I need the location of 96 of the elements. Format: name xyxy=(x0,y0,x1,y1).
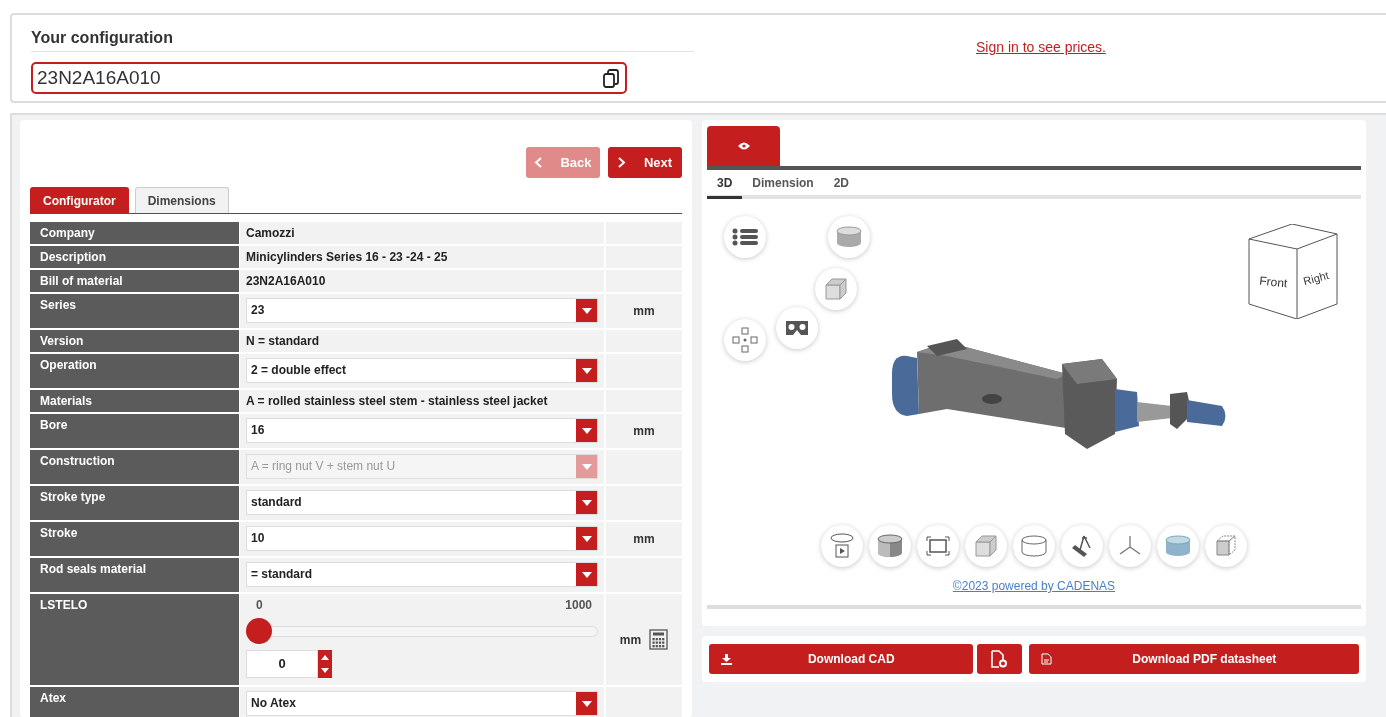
next-button[interactable]: Next xyxy=(608,147,682,178)
row-label: Stroke type xyxy=(30,486,240,520)
dropdown[interactable]: standard xyxy=(246,490,598,515)
dropdown[interactable]: 2 = double effect xyxy=(246,358,598,383)
rotate-button[interactable] xyxy=(821,525,863,567)
section-title: Your configuration xyxy=(31,29,694,52)
vr-headset-icon xyxy=(785,320,809,336)
dropdown[interactable]: 23 xyxy=(246,298,598,323)
row-label: Series xyxy=(30,294,240,328)
credit-link[interactable]: ©2023 powered by CADENAS xyxy=(952,579,1116,593)
table-cell: Camozzi xyxy=(240,222,604,244)
fit-view-button[interactable] xyxy=(917,525,959,567)
table-cell: Minicylinders Series 16 - 23 -24 - 25 xyxy=(240,246,604,268)
section-button[interactable] xyxy=(869,525,911,567)
row-label: Rod seals material xyxy=(30,558,240,592)
shaded-box-button[interactable] xyxy=(965,525,1007,567)
cube-front-label: Front xyxy=(1258,273,1289,291)
vr-headset-button[interactable] xyxy=(776,307,818,349)
chevron-right-icon xyxy=(617,157,626,168)
list-icon xyxy=(732,228,758,246)
tab[interactable]: Dimensions xyxy=(134,187,229,213)
dropdown[interactable]: 16 xyxy=(246,418,598,443)
view-mode-tab[interactable]: Dimension xyxy=(742,170,824,199)
colored-cylinder-icon xyxy=(1165,535,1191,557)
unit-label: mm xyxy=(619,632,642,647)
axes-icon xyxy=(1118,535,1142,557)
transparent-box-button[interactable] xyxy=(1205,525,1247,567)
slider-max-label: 1000 xyxy=(565,598,592,612)
table-cell: A = rolled stainless steel stem - stainless steel jacket xyxy=(240,390,604,412)
dropdown[interactable]: = standard xyxy=(246,562,598,587)
row-label: Bore xyxy=(30,414,240,448)
document-icon xyxy=(1040,653,1052,665)
caret-down-icon xyxy=(581,499,592,506)
caret-down-icon xyxy=(581,367,592,374)
shaded-box-icon xyxy=(975,535,997,557)
view-mode-tab[interactable]: 3D xyxy=(707,170,743,199)
cubes-icon xyxy=(732,327,758,353)
cylinder-icon xyxy=(836,226,862,248)
row-label: LSTELO xyxy=(30,594,240,685)
slider-thumb[interactable] xyxy=(246,618,272,644)
calculator-icon xyxy=(649,629,669,650)
row-label: Construction xyxy=(30,450,240,484)
dropdown[interactable]: No Atex xyxy=(246,691,598,716)
row-label: Atex xyxy=(30,687,240,717)
download-pdf-button[interactable]: Download PDF datasheet xyxy=(1028,644,1359,674)
number-field[interactable]: 0 xyxy=(246,650,318,678)
view-cube[interactable] xyxy=(1248,224,1338,319)
caret-down-icon xyxy=(581,307,592,314)
row-label: Bill of material xyxy=(30,270,240,292)
row-label: Company xyxy=(30,222,240,244)
caret-down-icon xyxy=(581,535,592,542)
row-label: Description xyxy=(30,246,240,268)
dropdown[interactable]: 10 xyxy=(246,526,598,551)
view-mode-tab[interactable]: 2D xyxy=(823,170,860,199)
configuration-code-field[interactable]: 23N2A16A010 xyxy=(31,62,627,94)
unit-label: mm xyxy=(633,532,655,546)
download-cad-button[interactable]: Download CAD xyxy=(709,644,973,674)
sign-in-link[interactable]: Sign in to see prices. xyxy=(976,39,1106,56)
table-cell: N = standard xyxy=(240,330,604,352)
caret-down-icon xyxy=(581,571,592,578)
wireframe-cylinder-icon xyxy=(1021,535,1047,557)
axes-button[interactable] xyxy=(1109,525,1151,567)
caret-down-icon xyxy=(581,700,592,707)
download-icon xyxy=(721,653,732,665)
box-icon xyxy=(825,278,847,300)
eye-icon xyxy=(737,142,750,150)
rotate-icon xyxy=(830,533,854,559)
slider-track[interactable] xyxy=(246,618,598,644)
slider-min-label: 0 xyxy=(256,598,263,612)
wireframe-cylinder-button[interactable] xyxy=(1013,525,1055,567)
copy-icon xyxy=(603,68,619,88)
dropdown: A = ring nut V + stem nut U xyxy=(246,454,598,479)
table-cell: 23N2A16A010 xyxy=(240,270,604,292)
caret-down-icon xyxy=(581,463,592,470)
cube-right-label: Right xyxy=(1302,269,1330,288)
ruler-compass-button[interactable] xyxy=(1061,525,1103,567)
transparent-box-icon xyxy=(1215,535,1237,557)
caret-down-icon xyxy=(581,427,592,434)
section-icon xyxy=(877,534,903,558)
file-settings-button[interactable] xyxy=(976,644,1022,674)
list-button[interactable] xyxy=(724,216,766,258)
tab[interactable]: Configurator xyxy=(30,187,129,213)
row-label: Materials xyxy=(30,390,240,412)
colored-cylinder-button[interactable] xyxy=(1157,525,1199,567)
fit-view-icon xyxy=(926,536,950,556)
row-label: Stroke xyxy=(30,522,240,556)
cylinder-button[interactable] xyxy=(828,216,870,258)
row-label: Version xyxy=(30,330,240,352)
cubes-button[interactable] xyxy=(724,319,766,361)
file-gear-icon xyxy=(991,650,1008,668)
chevron-left-icon xyxy=(534,157,543,168)
unit-label: mm xyxy=(633,424,655,438)
row-label: Operation xyxy=(30,354,240,388)
ruler-compass-icon xyxy=(1070,534,1094,558)
spinner-buttons[interactable] xyxy=(318,650,332,678)
unit-label: mm xyxy=(633,304,655,318)
